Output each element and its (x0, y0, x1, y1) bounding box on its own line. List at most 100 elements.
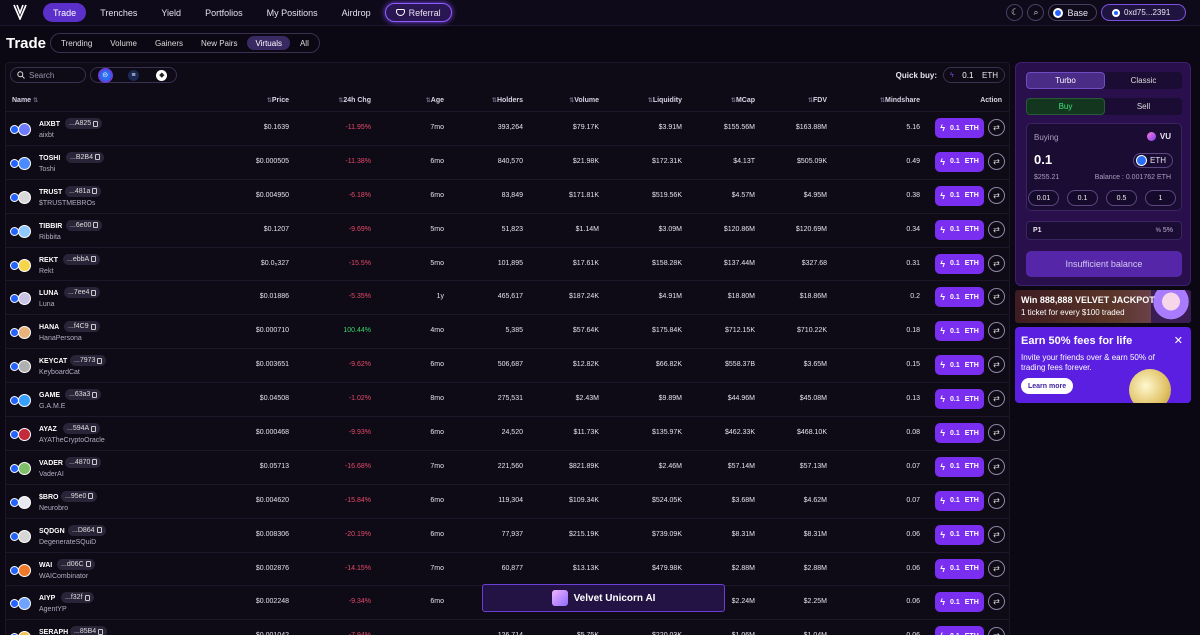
quick-buy-button[interactable]: ϟ0.1ETH (935, 185, 984, 206)
jackpot-banner[interactable]: Win 888,888 VELVET JACKPOT 1 ticket for … (1015, 290, 1191, 323)
quick-buy-input[interactable]: ϟ 0.1 ETH (943, 67, 1005, 83)
amount-preset-button[interactable]: 0.01 (1028, 190, 1059, 206)
table-row[interactable]: TOSHI Toshi ...B2B4 $0.000505 -11.38% 6mo 840,… (6, 144, 1009, 179)
contract-address-chip[interactable]: ...481a (65, 185, 102, 197)
slippage-row[interactable]: P1 % 5% (1026, 221, 1182, 240)
column-header-mcap[interactable]: ⇅MCap (729, 97, 755, 104)
nav-airdrop[interactable]: Airdrop (332, 3, 381, 22)
nav-referral[interactable]: Referral (384, 3, 452, 22)
table-row[interactable]: SQDGN DegenerateSQuiD ...D864 $0.008306 -20.… (6, 517, 1009, 552)
copy-icon[interactable] (91, 289, 97, 296)
table-row[interactable]: SERAPH...85B4$0.001042-7.94%126,714$5.75… (6, 619, 1009, 635)
table-row[interactable]: AYAZ AYATheCryptoOracle ...594A $0.000468 -9… (6, 416, 1009, 450)
quick-buy-button[interactable]: ϟ0.1ETH (935, 626, 984, 635)
swap-icon[interactable]: ⇄ (988, 525, 1005, 543)
copy-icon[interactable] (93, 222, 99, 229)
contract-address-chip[interactable]: ...f4C9 (64, 321, 100, 333)
stack-filter-icon[interactable]: ≡ (127, 69, 139, 81)
tab-all[interactable]: All (292, 36, 317, 50)
base-filter-icon[interactable]: ⊝ (97, 67, 113, 83)
table-row[interactable]: KEYCAT KeyboardCat ...7973 $0.003651 -9.62% 6… (6, 348, 1009, 382)
swap-icon[interactable]: ⇄ (988, 220, 1005, 238)
side-sell[interactable]: Sell (1105, 98, 1182, 115)
contract-address-chip[interactable]: ...d06C (57, 558, 95, 570)
nav-portfolios[interactable]: Portfolios (195, 3, 253, 22)
quick-buy-button[interactable]: ϟ0.1ETH (935, 524, 984, 545)
contract-address-chip[interactable]: ...95e0 (61, 490, 98, 502)
learn-more-button[interactable]: Learn more (1021, 378, 1074, 394)
column-header-24h-chg[interactable]: ⇅24h Chg (336, 97, 371, 104)
table-row[interactable]: LUNA Luna ...7ee4 $0.01886 -5.35% 1y 465,617 $1… (6, 280, 1009, 314)
table-row[interactable]: GAME G.A.M.E ...63a3 $0.04508 -1.02% 8mo 275,5… (6, 382, 1009, 416)
global-search-icon[interactable]: ⌕ (1027, 4, 1045, 21)
table-row[interactable]: HANA HanaPersona ...f4C9 $0.000710 100.44% 4m… (6, 314, 1009, 348)
contract-address-chip[interactable]: ...63a3 (65, 389, 102, 401)
submit-button[interactable]: Insufficient balance (1026, 251, 1182, 277)
nav-trade[interactable]: Trade (43, 3, 87, 22)
tab-volume[interactable]: Volume (102, 36, 145, 50)
contract-address-chip[interactable]: ...ebbA (63, 253, 101, 265)
copy-icon[interactable] (91, 256, 97, 263)
copy-icon[interactable] (98, 628, 104, 635)
copy-icon[interactable] (91, 425, 97, 432)
tab-virtuals[interactable]: Virtuals (247, 36, 290, 50)
table-row[interactable]: VADER VaderAI ...4870 $0.05713 -16.68% 7mo 221… (6, 449, 1009, 484)
amount-preset-button[interactable]: 1 (1145, 190, 1176, 206)
tab-new-pairs[interactable]: New Pairs (193, 36, 245, 50)
close-icon[interactable]: ✕ (1174, 334, 1183, 347)
quick-buy-button[interactable]: ϟ0.1ETH (935, 558, 984, 579)
column-header-age[interactable]: ⇅Age (424, 97, 444, 104)
copy-icon[interactable] (97, 357, 103, 364)
contract-address-chip[interactable]: ...f32f (61, 592, 94, 604)
swap-icon[interactable]: ⇄ (988, 356, 1005, 374)
column-header-price[interactable]: ⇅Price (265, 97, 289, 104)
velvet-unicorn-banner[interactable]: Velvet Unicorn AI (482, 584, 725, 612)
nav-yield[interactable]: Yield (151, 3, 191, 22)
copy-icon[interactable] (92, 188, 98, 195)
column-header-holders[interactable]: ⇅Holders (490, 97, 523, 104)
amount-preset-button[interactable]: 0.5 (1106, 190, 1137, 206)
nav-my-positions[interactable]: My Positions (257, 3, 328, 22)
table-row[interactable]: TRUST $TRUSTMEBROs ...481a $0.004950 -6.18% 6… (6, 178, 1009, 213)
copy-icon[interactable] (93, 120, 99, 127)
copy-icon[interactable] (90, 323, 96, 330)
mode-classic[interactable]: Classic (1105, 72, 1182, 89)
quick-buy-button[interactable]: ϟ0.1ETH (935, 456, 984, 477)
quick-buy-button[interactable]: ϟ0.1ETH (935, 151, 984, 172)
swap-icon[interactable]: ⇄ (988, 593, 1005, 611)
amount-input[interactable]: 0.1 (1034, 152, 1052, 167)
copy-icon[interactable] (88, 493, 94, 500)
app-logo-icon[interactable] (13, 4, 27, 20)
swap-icon[interactable]: ⇄ (988, 627, 1005, 635)
contract-address-chip[interactable]: ...7ee4 (64, 287, 101, 299)
copy-icon[interactable] (85, 561, 91, 568)
virtuals-filter-icon[interactable]: ◆ (156, 69, 168, 81)
quick-buy-button[interactable]: ϟ0.1ETH (935, 253, 984, 274)
copy-icon[interactable] (94, 154, 100, 161)
quick-buy-button[interactable]: ϟ0.1ETH (935, 321, 984, 342)
search-input[interactable] (29, 70, 81, 80)
swap-icon[interactable]: ⇄ (988, 559, 1005, 577)
table-row[interactable]: WAI WAICombinator ...d06C $0.002876 -14.15% 7… (6, 551, 1009, 586)
quick-buy-button[interactable]: ϟ0.1ETH (935, 423, 984, 444)
table-row[interactable]: $BRO Neurobro ...95e0 $0.004620 -15.84% 6mo 11… (6, 483, 1009, 518)
quick-buy-button[interactable]: ϟ0.1ETH (935, 219, 984, 240)
quick-buy-button[interactable]: ϟ0.1ETH (935, 389, 984, 410)
amount-preset-button[interactable]: 0.1 (1067, 190, 1098, 206)
side-buy[interactable]: Buy (1026, 98, 1105, 115)
copy-icon[interactable] (84, 594, 90, 601)
table-row[interactable]: REKT Rekt ...ebbA $0.0₅327 -15.5% 5mo 101,895 $… (6, 246, 1009, 281)
pay-token-selector[interactable]: ETH (1133, 153, 1173, 168)
swap-icon[interactable]: ⇄ (988, 424, 1005, 442)
contract-address-chip[interactable]: ...85B4 (70, 626, 108, 635)
contract-address-chip[interactable]: ...4870 (65, 456, 102, 468)
quick-buy-button[interactable]: ϟ0.1ETH (935, 118, 984, 138)
contract-address-chip[interactable]: ...A825 (65, 118, 103, 129)
copy-icon[interactable] (96, 527, 102, 534)
contract-address-chip[interactable]: ...6e00 (66, 219, 103, 231)
contract-address-chip[interactable]: ...7973 (70, 355, 107, 367)
swap-icon[interactable]: ⇄ (988, 186, 1005, 204)
table-row[interactable]: TIBBIR Ribbita ...6e00 $0.1207 -9.69% 5mo 51,8… (6, 212, 1009, 247)
column-header-liquidity[interactable]: ⇅Liquidity (646, 97, 682, 104)
contract-address-chip[interactable]: ...B2B4 (66, 151, 104, 163)
